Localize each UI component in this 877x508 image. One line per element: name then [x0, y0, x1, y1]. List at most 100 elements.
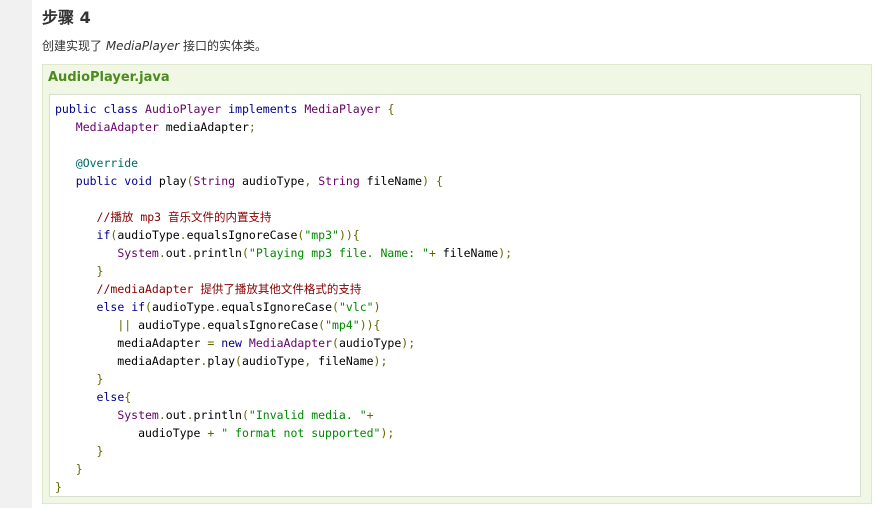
code-line: if(audioType.equalsIgnoreCase("mp3")){ [55, 226, 860, 244]
code-token: play [151, 174, 187, 188]
code-token: equalsIgnoreCase [221, 300, 333, 314]
code-token: MediaAdapter [75, 120, 159, 134]
code-token: play [207, 354, 236, 368]
code-token: else [96, 300, 125, 314]
code-token: )){ [338, 228, 360, 242]
code-token: mediaAdapter [158, 120, 249, 134]
code-token: audioType [235, 174, 305, 188]
code-token: ( [332, 336, 339, 350]
code-token: new [221, 336, 242, 350]
code-token: . [186, 408, 194, 422]
step-title: 步骤 4 [42, 8, 91, 27]
code-token: ); [498, 246, 513, 260]
code-token: fileName [311, 354, 374, 368]
code-token: if [96, 228, 111, 242]
page: 步骤 4 创建实现了 MediaPlayer 接口的实体类。 AudioPlay… [0, 0, 877, 508]
code-token: String [193, 174, 236, 188]
code-token: ) [422, 174, 429, 188]
code-token: out [165, 408, 187, 422]
code-token: || [117, 318, 132, 332]
code-token: } [55, 480, 62, 494]
code-line: else{ [55, 388, 860, 406]
code-token: } [96, 372, 104, 386]
code-token: "mp3" [304, 228, 339, 242]
code-token: mediaAdapter [55, 354, 201, 368]
code-line: || audioType.equalsIgnoreCase("mp4")){ [55, 316, 860, 334]
code-token: equalsIgnoreCase [207, 318, 319, 332]
code-token: ) [373, 300, 381, 314]
code-line: @Override [55, 154, 860, 172]
code-line: System.out.println("Invalid media. "+ [55, 406, 860, 424]
code-token: ); [401, 336, 416, 350]
code-token: "vlc" [338, 300, 374, 314]
code-token: "mp4" [325, 318, 360, 332]
code-token: { [387, 102, 395, 116]
code-token: { [435, 174, 443, 188]
code-block[interactable]: public class AudioPlayer implements Medi… [49, 94, 861, 497]
code-token: mediaAdapter [55, 336, 208, 350]
code-token: @Override [75, 156, 139, 170]
code-line: public class AudioPlayer implements Medi… [55, 100, 860, 118]
code-token: String [318, 174, 360, 188]
code-token: System [117, 408, 159, 422]
code-token: public [55, 102, 97, 116]
step-desc-prefix: 创建实现了 [42, 39, 106, 53]
code-token: ); [380, 426, 395, 440]
code-token: { [124, 390, 132, 404]
code-token: audioType [131, 318, 201, 332]
code-token: class [103, 102, 139, 116]
code-line: } [55, 478, 860, 496]
code-token: ( [332, 300, 339, 314]
code-token: out [165, 246, 187, 260]
code-token: . [158, 408, 166, 422]
code-line: audioType + " format not supported"); [55, 424, 860, 442]
code-token: println [193, 246, 242, 260]
code-token: println [193, 408, 242, 422]
code-token: if [131, 300, 146, 314]
code-token: + [428, 246, 436, 260]
code-token: )){ [359, 318, 381, 332]
code-token: ( [241, 408, 249, 422]
code-line: System.out.println("Playing mp3 file. Na… [55, 244, 860, 262]
code-token: "Invalid media. " [248, 408, 367, 422]
code-token: implements [228, 102, 298, 116]
code-token: ; [248, 120, 256, 134]
step-description: 创建实现了 MediaPlayer 接口的实体类。 [42, 38, 872, 54]
code-line: } [55, 370, 860, 388]
code-line: } [55, 442, 860, 460]
code-token: ( [186, 174, 194, 188]
code-token: System [117, 246, 159, 260]
code-filename: AudioPlayer.java [48, 70, 170, 85]
step-desc-suffix: 接口的实体类。 [179, 39, 268, 53]
code-line: else if(audioType.equalsIgnoreCase("vlc"… [55, 298, 860, 316]
code-example-box: AudioPlayer.java public class AudioPlaye… [42, 64, 872, 504]
code-token: ); [373, 354, 388, 368]
code-token: public [75, 174, 118, 188]
code-token: audioType [117, 228, 180, 242]
code-token: //播放 mp3 音乐文件的内置支持 [96, 210, 272, 224]
step-desc-interface: MediaPlayer [105, 39, 180, 53]
code-token: . [179, 228, 187, 242]
code-token: fileName [435, 246, 499, 260]
code-token: audioType [151, 300, 215, 314]
code-token: MediaAdapter [248, 336, 333, 350]
main-content: 步骤 4 创建实现了 MediaPlayer 接口的实体类。 AudioPlay… [42, 0, 872, 504]
code-token: " format not supported" [221, 426, 381, 440]
code-token: audioType [55, 426, 208, 440]
code-token: } [96, 444, 104, 458]
code-token: audioType [338, 336, 402, 350]
code-line: mediaAdapter.play(audioType, fileName); [55, 352, 860, 370]
code-token: . [186, 246, 194, 260]
code-token: ( [235, 354, 242, 368]
left-sidebar-strip [0, 0, 32, 508]
